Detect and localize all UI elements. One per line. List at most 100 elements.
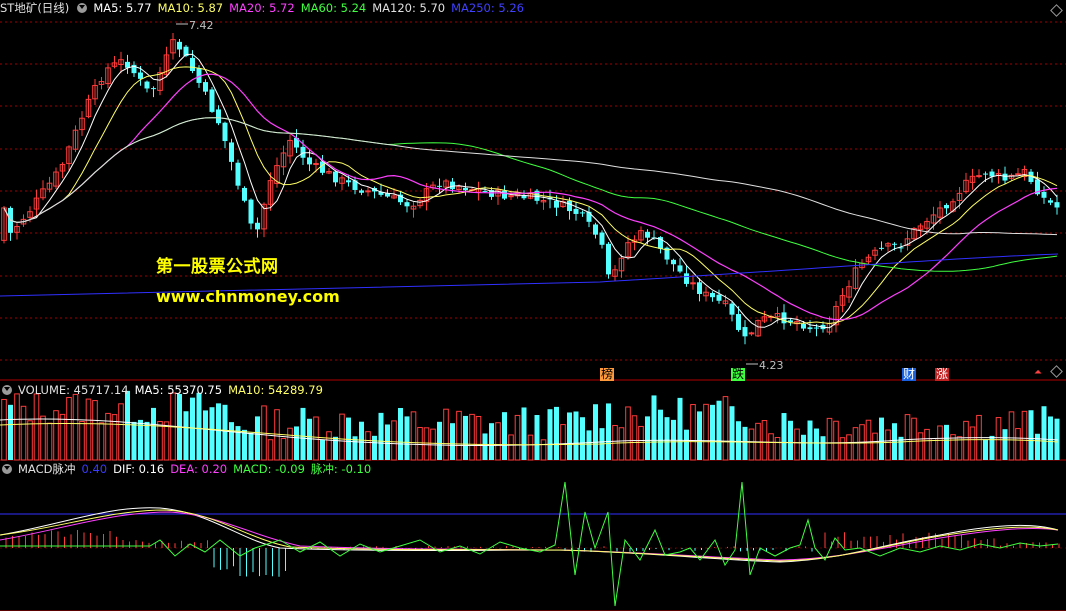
volume-bar-up: [339, 413, 345, 461]
volume-bar-down: [378, 412, 384, 460]
candle-body-down: [216, 109, 221, 124]
volume-bar-down: [807, 420, 813, 460]
candle-body-down: [177, 41, 182, 50]
volume-bar-down: [385, 424, 390, 460]
candle-body-down: [307, 157, 312, 165]
volume-bar-down: [580, 417, 585, 460]
candle-body-down: [599, 232, 605, 245]
volume-bar-up: [969, 426, 976, 461]
candle-body-down: [502, 190, 507, 199]
candle-body-down: [879, 247, 884, 249]
candle-body-down: [1054, 202, 1060, 208]
volume-bar-down: [404, 416, 410, 460]
volume-bar-down: [248, 432, 254, 460]
low-price-label: 4.23: [759, 359, 784, 372]
volume-bar-down: [801, 434, 806, 460]
volume-bar-up: [722, 396, 729, 461]
ma120-line: [3, 117, 1058, 236]
volume-bar-down: [742, 426, 748, 460]
volume-bar-up: [443, 408, 449, 461]
volume-bar-down: [151, 407, 156, 460]
volume-dropdown-icon[interactable]: [2, 385, 12, 395]
volume-bar-up: [904, 414, 911, 461]
candle-body-down: [151, 88, 156, 90]
volume-bar-down: [482, 433, 488, 460]
volume-bar-down: [534, 415, 540, 460]
volume-bar-down: [788, 420, 793, 460]
volume-bar-up: [761, 420, 768, 461]
candle-body-down: [729, 303, 735, 315]
candle-body-down: [437, 185, 442, 187]
volume-bar-down: [255, 416, 260, 460]
settings-dropdown-icon[interactable]: [77, 3, 88, 13]
candle-body-down: [359, 190, 364, 193]
volume-bar-up: [27, 420, 33, 461]
volume-bar-down: [944, 424, 949, 460]
volume-bar-up: [690, 404, 696, 461]
volume-bar-down: [736, 421, 741, 460]
volume-bar-up: [514, 414, 521, 461]
volume-bar-up: [79, 420, 85, 461]
volume-bar-up: [833, 420, 839, 461]
volume-bar-up: [391, 420, 397, 461]
ma250-label: MA250: 5.26: [451, 1, 524, 15]
volume-bar-up: [937, 425, 943, 461]
candle-body-down: [229, 142, 234, 162]
macd-legend: MACD脉冲 0.40 DIF: 0.16 DEA: 0.20 MACD: -0…: [0, 461, 371, 477]
candle-body-down: [333, 171, 338, 183]
volume-value: VOLUME: 45717.14: [18, 383, 129, 397]
candle-body-down: [677, 265, 683, 272]
candle-body-down: [814, 327, 819, 329]
candle-body-down: [346, 180, 351, 183]
candle-body-down: [482, 190, 488, 192]
tag-rise[interactable]: 涨: [935, 368, 950, 381]
volume-bar-up: [14, 393, 20, 461]
volume-bar-up: [774, 436, 781, 461]
volume-bar-up: [274, 409, 280, 461]
volume-bar-down: [983, 439, 988, 460]
volume-bar-up: [267, 439, 274, 461]
candle-body-down: [554, 200, 559, 208]
volume-bar-down: [554, 406, 559, 460]
tag-list[interactable]: 榜: [600, 368, 615, 381]
volume-bar-down: [1048, 416, 1053, 460]
volume-bar-down: [300, 407, 306, 460]
candle-body-down: [404, 202, 410, 207]
volume-bar-down: [294, 426, 299, 460]
volume-bar-up: [53, 410, 59, 461]
macd-dropdown-icon[interactable]: [2, 464, 12, 474]
candle-body-up: [365, 190, 371, 193]
volume-bar-down: [781, 413, 787, 460]
volume-bar-up: [1021, 410, 1028, 461]
tag-finance[interactable]: 财: [902, 368, 917, 381]
volume-bar-down: [125, 390, 130, 460]
volume-bar-up: [163, 421, 170, 461]
candle-body-down: [248, 199, 254, 224]
volume-bar-up: [475, 416, 482, 461]
volume-bar-down: [320, 439, 325, 460]
volume-bar-down: [710, 404, 715, 460]
candle-body-up: [690, 282, 696, 285]
volume-bar-up: [46, 422, 53, 461]
volume-bar-down: [183, 411, 189, 460]
volume-bar-up: [703, 403, 709, 461]
watermark-title: 第一股票公式网: [156, 257, 279, 277]
tag-drop[interactable]: 跌: [731, 368, 746, 381]
candle-body-down: [203, 82, 208, 92]
candle-body-down: [450, 181, 455, 190]
volume-bar-down: [645, 416, 650, 460]
volume-bar-up: [287, 427, 293, 461]
candle-body-up: [976, 175, 982, 178]
volume-bar-up: [826, 417, 833, 461]
volume-bar-up: [469, 413, 475, 461]
volume-bar-up: [963, 420, 969, 461]
volume-bar-down: [437, 421, 442, 460]
volume-ma10-line: [0, 422, 1059, 446]
macd-value: MACD: -0.09: [233, 462, 305, 476]
volume-bar-up: [527, 434, 534, 461]
volume-bar-up: [417, 427, 423, 461]
candle-body-down: [580, 212, 585, 214]
volume-bar-up: [20, 405, 27, 461]
volume-bar-down: [892, 423, 897, 460]
volume-bar-down: [131, 421, 137, 460]
